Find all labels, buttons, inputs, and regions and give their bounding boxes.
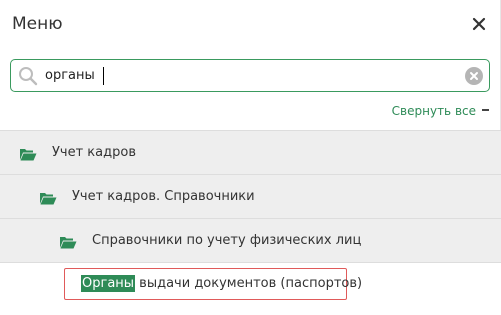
tree-item-individuals-directories[interactable]: Справочники по учету физических лиц — [0, 218, 501, 262]
search-result-text: Органы выдачи документов (паспортов) — [81, 275, 363, 292]
search-box — [10, 59, 490, 92]
folder-open-icon — [40, 190, 57, 205]
search-result-rest: выдачи документов (паспортов) — [135, 276, 363, 291]
search-match-highlight: Органы — [81, 275, 136, 292]
tree-item-label: Учет кадров — [52, 145, 136, 160]
tree-item-hr[interactable]: Учет кадров — [0, 130, 501, 174]
menu-header: Меню — [0, 0, 501, 54]
collapse-all-label: Свернуть все — [391, 104, 476, 118]
tree-item-label: Учет кадров. Справочники — [72, 189, 255, 204]
folder-open-icon — [60, 234, 77, 249]
folder-open-icon — [20, 146, 37, 161]
text-caret — [103, 67, 104, 85]
search-icon — [18, 66, 38, 86]
search-input[interactable] — [45, 64, 445, 87]
collapse-all-button[interactable]: Свернуть все — [392, 104, 489, 118]
menu-panel: Меню Свернуть все — [0, 0, 501, 315]
search-result-item[interactable]: Органы выдачи документов (паспортов) — [64, 268, 362, 300]
tree-item-label: Справочники по учету физических лиц — [92, 233, 362, 248]
minus-icon — [482, 109, 489, 111]
search-result-row: Органы выдачи документов (паспортов) — [0, 262, 501, 315]
close-icon[interactable] — [469, 14, 489, 34]
menu-title: Меню — [12, 14, 63, 34]
clear-search-icon[interactable] — [465, 67, 483, 85]
tree-item-hr-directories[interactable]: Учет кадров. Справочники — [0, 174, 501, 218]
